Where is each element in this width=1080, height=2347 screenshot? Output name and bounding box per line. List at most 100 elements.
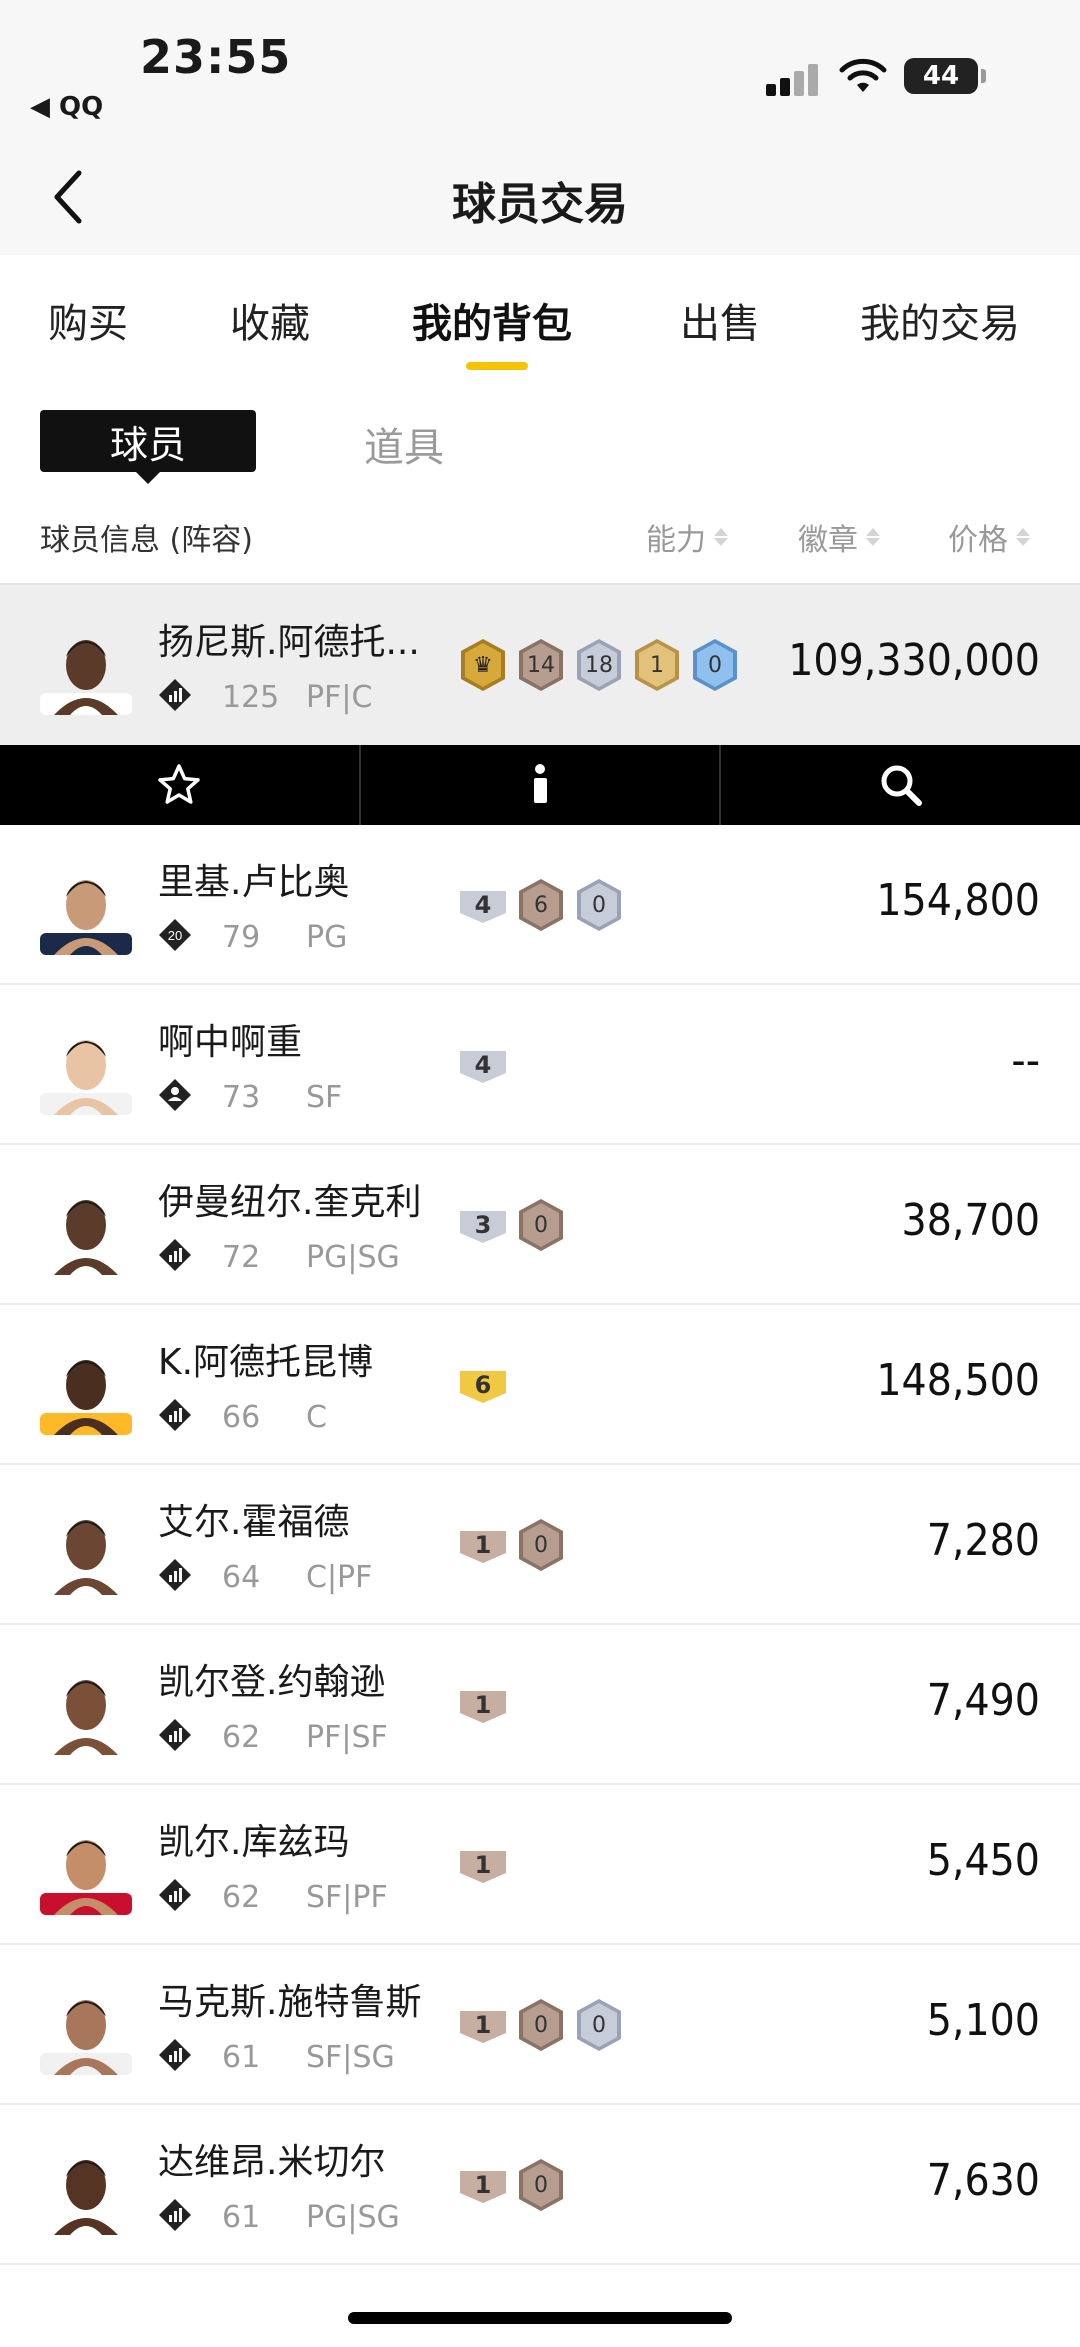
player-price: 148,500 (876, 1355, 1040, 1406)
badge-count: 1 (458, 1837, 508, 1893)
player-meta: 125 PF|C (158, 677, 372, 717)
badge-list: 1 (458, 1837, 508, 1893)
info-button[interactable] (361, 745, 722, 825)
team-icon (158, 2038, 222, 2076)
info-icon (534, 764, 547, 803)
badge-count: 1 (458, 1677, 508, 1733)
player-row[interactable]: 伊曼纽尔.奎克利 72 PG|SG 30 38,700 (0, 1145, 1080, 1305)
player-avatar (40, 623, 132, 715)
player-row[interactable]: 马克斯.施特鲁斯 61 SF|SG 100 5,100 (0, 1945, 1080, 2105)
badge-count: 0 (690, 637, 740, 693)
player-rating: 72 (222, 1239, 261, 1275)
svg-text:20: 20 (168, 928, 182, 943)
player-rating: 73 (222, 1079, 261, 1115)
player-name: 伊曼纽尔.奎克利 (158, 1182, 422, 1223)
badge-count: 1 (458, 2157, 508, 2213)
player-position: PG|SG (306, 2199, 400, 2235)
badge-count: 1 (458, 1997, 508, 2053)
player-position: PF|SF (306, 1719, 388, 1755)
player-meta: 61 SF|SG (158, 2037, 395, 2077)
player-row[interactable]: 达维昂.米切尔 61 PG|SG 10 7,630 (0, 2105, 1080, 2265)
status-bar: 23:55 ◀ QQ 44 (0, 0, 1080, 150)
player-rating: 66 (222, 1399, 261, 1435)
badge-list: ♛ 14 18 1 0 (458, 637, 740, 693)
badge-list: 1 (458, 1677, 508, 1733)
badge-count: 3 (458, 1197, 508, 1253)
team-icon (158, 1558, 222, 1596)
player-avatar (40, 1823, 132, 1915)
badge-count: 0 (574, 877, 624, 933)
nav-bar: 球员交易 (0, 150, 1080, 255)
player-avatar (40, 863, 132, 955)
player-price: 7,630 (926, 2155, 1040, 2206)
player-price: 109,330,000 (788, 635, 1040, 686)
player-avatar (40, 1663, 132, 1755)
sort-ability[interactable]: 能力 (646, 515, 728, 559)
tab-my-trades[interactable]: 我的交易 (860, 291, 1020, 349)
subtab-items[interactable]: 道具 (364, 415, 444, 473)
player-meta: 61 PG|SG (158, 2197, 400, 2237)
sort-price-label: 价格 (948, 523, 1008, 558)
team-icon (158, 2198, 222, 2236)
player-position: C (306, 1399, 327, 1435)
badge-count: 14 (516, 637, 566, 693)
badge-list: 10 (458, 2157, 566, 2213)
player-rating: 79 (222, 919, 261, 955)
player-rating: 125 (222, 679, 280, 715)
active-tab-indicator (466, 362, 528, 370)
player-row[interactable]: K.阿德托昆博 66 C 6 148,500 (0, 1305, 1080, 1465)
player-row[interactable]: 凯尔.库兹玛 62 SF|PF 1 5,450 (0, 1785, 1080, 1945)
sort-arrows-icon (866, 528, 880, 546)
player-price: 38,700 (901, 1195, 1040, 1246)
badge-count: 0 (516, 1997, 566, 2053)
column-header: 球员信息 (阵容) 能力 徽章 价格 (0, 485, 1080, 585)
badge-count: 18 (574, 637, 624, 693)
badge-count: 0 (516, 1197, 566, 1253)
player-avatar (40, 1023, 132, 1115)
team-icon (158, 1238, 222, 1276)
column-player-info: 球员信息 (阵容) (40, 523, 253, 558)
badge-list: 30 (458, 1197, 566, 1253)
team-icon (158, 678, 222, 716)
favorite-button[interactable] (0, 745, 361, 825)
back-to-app-link[interactable]: ◀ QQ (30, 92, 103, 122)
player-meta: 73 SF (158, 1077, 342, 1117)
player-row[interactable]: 艾尔.霍福德 64 C|PF 10 7,280 (0, 1465, 1080, 1625)
player-price: -- (1011, 1035, 1040, 1086)
player-position: PG (306, 919, 348, 955)
tab-my-backpack[interactable]: 我的背包 (412, 291, 572, 349)
team-icon (158, 1878, 222, 1916)
sort-price[interactable]: 价格 (948, 515, 1030, 559)
player-position: PG|SG (306, 1239, 400, 1275)
player-row[interactable]: 凯尔登.约翰逊 62 PF|SF 1 7,490 (0, 1625, 1080, 1785)
player-name: 凯尔.库兹玛 (158, 1822, 350, 1863)
player-name: 啊中啊重 (158, 1022, 303, 1063)
player-avatar (40, 1983, 132, 2075)
player-avatar (40, 1343, 132, 1435)
battery-icon: 44 (904, 58, 986, 94)
player-row[interactable]: 扬尼斯.阿德托... 125 PF|C ♛ 14 18 1 0 109,330,000 (0, 585, 1080, 745)
player-price: 7,280 (926, 1515, 1040, 1566)
sort-badge-label: 徽章 (798, 523, 858, 558)
tab-favorites[interactable]: 收藏 (230, 291, 310, 349)
player-meta: 64 C|PF (158, 1557, 372, 1597)
badge-count: 0 (516, 2157, 566, 2213)
player-avatar (40, 2143, 132, 2235)
badge-count: 0 (516, 1517, 566, 1573)
team-icon (158, 1718, 222, 1756)
player-position: PF|C (306, 679, 373, 715)
search-icon (881, 765, 922, 806)
player-name: 艾尔.霍福德 (158, 1502, 350, 1543)
tab-sell[interactable]: 出售 (680, 291, 760, 349)
player-row[interactable]: 里基.卢比奥 20 79 PG 460 154,800 (0, 825, 1080, 985)
status-time: 23:55 (140, 30, 292, 84)
badge-count: 0 (574, 1997, 624, 2053)
search-button[interactable] (721, 745, 1080, 825)
sort-badge[interactable]: 徽章 (798, 515, 880, 559)
player-rating: 62 (222, 1719, 261, 1755)
subtab-players[interactable]: 球员 (40, 410, 256, 484)
player-rating: 64 (222, 1559, 261, 1595)
tab-buy[interactable]: 购买 (48, 291, 128, 349)
player-row[interactable]: 啊中啊重 73 SF 4 -- (0, 985, 1080, 1145)
player-price: 154,800 (876, 875, 1040, 926)
